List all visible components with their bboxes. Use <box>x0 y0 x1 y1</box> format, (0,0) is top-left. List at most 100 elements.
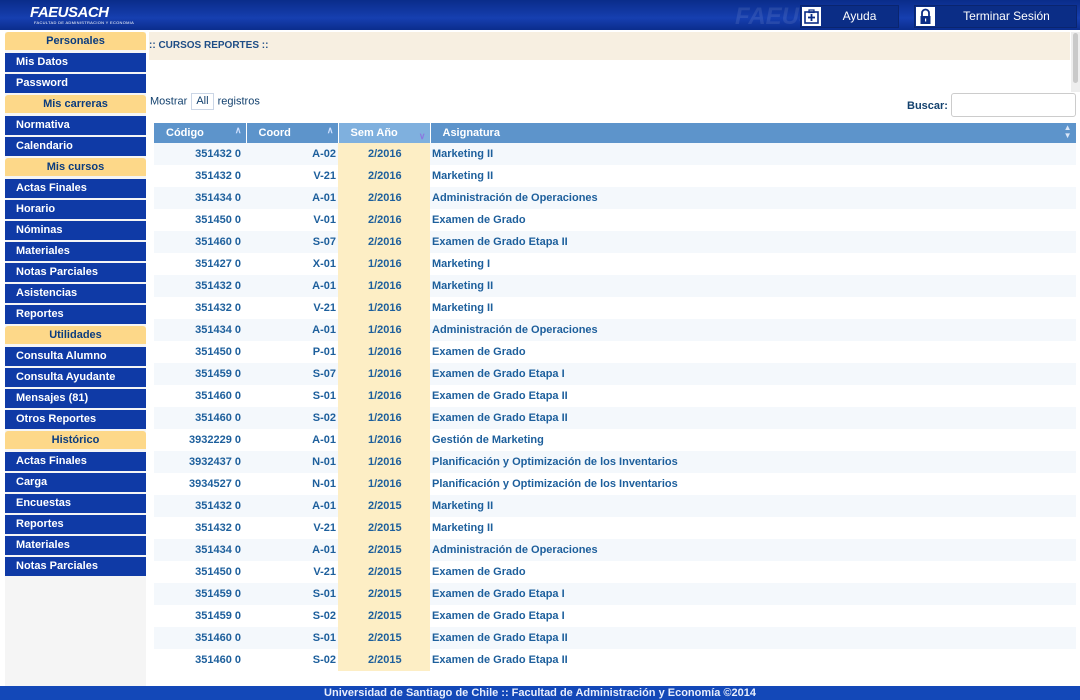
table-row[interactable]: 351434 0 A-01 1/2016 Administración de Oper… <box>154 319 1076 341</box>
table-row[interactable]: 351460 0 S-02 1/2016 Examen de Grado Etapa … <box>154 407 1076 429</box>
cell-coord: A-01 <box>246 187 338 209</box>
cell-asignatura[interactable]: Marketing II <box>430 517 1076 539</box>
table-row[interactable]: 351460 0 S-01 1/2016 Examen de Grado Etapa … <box>154 385 1076 407</box>
sidebar-item-otros-reportes[interactable]: Otros Reportes <box>5 410 146 429</box>
cell-asignatura[interactable]: Examen de Grado Etapa II <box>430 649 1076 671</box>
table-row[interactable]: 351432 0 V-21 2/2015 Marketing II <box>154 517 1076 539</box>
cell-asignatura[interactable]: Gestión de Marketing <box>430 429 1076 451</box>
cell-sem-ano: 1/2016 <box>338 297 430 319</box>
cell-asignatura[interactable]: Marketing II <box>430 275 1076 297</box>
sidebar-item-consulta-ayudante[interactable]: Consulta Ayudante <box>5 368 146 387</box>
cell-asignatura[interactable]: Examen de Grado <box>430 561 1076 583</box>
sort-down-icon: ∨ <box>418 131 426 141</box>
cell-asignatura[interactable]: Examen de Grado <box>430 341 1076 363</box>
table-row[interactable]: 3932437 0 N-01 1/2016 Planificación y Optim… <box>154 451 1076 473</box>
sidebar-item-hist-reportes[interactable]: Reportes <box>5 515 146 534</box>
table-row[interactable]: 351450 0 V-01 2/2016 Examen de Grado <box>154 209 1076 231</box>
page-length-select[interactable]: All <box>191 93 214 110</box>
table-row[interactable]: 3932229 0 A-01 1/2016 Gestión de Marketing <box>154 429 1076 451</box>
sidebar-item-mis-datos[interactable]: Mis Datos <box>5 53 146 72</box>
cell-asignatura[interactable]: Examen de Grado Etapa I <box>430 363 1076 385</box>
cell-asignatura[interactable]: Marketing II <box>430 297 1076 319</box>
column-header-codigo[interactable]: Código ∧ <box>154 123 247 143</box>
table-row[interactable]: 351459 0 S-07 1/2016 Examen de Grado Etapa … <box>154 363 1076 385</box>
table-row[interactable]: 351432 0 A-01 2/2015 Marketing II <box>154 495 1076 517</box>
table-row[interactable]: 351432 0 A-02 2/2016 Marketing II <box>154 143 1076 165</box>
sidebar-item-normativa[interactable]: Normativa <box>5 116 146 135</box>
cell-codigo: 3932229 0 <box>154 429 246 451</box>
sidebar-item-horario[interactable]: Horario <box>5 200 146 219</box>
sidebar-item-calendario[interactable]: Calendario <box>5 137 146 156</box>
search-input[interactable] <box>951 93 1076 117</box>
sidebar-item-actas-finales[interactable]: Actas Finales <box>5 179 146 198</box>
sidebar-item-mensajes[interactable]: Mensajes (81) <box>5 389 146 408</box>
sidebar-item-notas-parciales[interactable]: Notas Parciales <box>5 263 146 282</box>
column-label-sem-ano: Sem Año <box>350 127 398 139</box>
cell-asignatura[interactable]: Examen de Grado <box>430 209 1076 231</box>
cell-sem-ano: 1/2016 <box>338 451 430 473</box>
cell-coord: V-21 <box>246 517 338 539</box>
cell-codigo: 351427 0 <box>154 253 246 275</box>
table-row[interactable]: 351460 0 S-01 2/2015 Examen de Grado Etapa … <box>154 627 1076 649</box>
cell-sem-ano: 2/2015 <box>338 539 430 561</box>
cell-asignatura[interactable]: Marketing II <box>430 165 1076 187</box>
table-row[interactable]: 351460 0 S-02 2/2015 Examen de Grado Etapa … <box>154 649 1076 671</box>
cell-asignatura[interactable]: Marketing II <box>430 495 1076 517</box>
table-row[interactable]: 351432 0 V-21 2/2016 Marketing II <box>154 165 1076 187</box>
column-header-coord[interactable]: Coord ∧ <box>246 123 339 143</box>
cell-asignatura[interactable]: Administración de Operaciones <box>430 539 1076 561</box>
sidebar-item-password[interactable]: Password <box>5 74 146 93</box>
table-row[interactable]: 351427 0 X-01 1/2016 Marketing I <box>154 253 1076 275</box>
table-row[interactable]: 351459 0 S-01 2/2015 Examen de Grado Etapa … <box>154 583 1076 605</box>
cell-codigo: 351460 0 <box>154 627 246 649</box>
cell-asignatura[interactable]: Administración de Operaciones <box>430 187 1076 209</box>
table-row[interactable]: 351460 0 S-07 2/2016 Examen de Grado Etapa … <box>154 231 1076 253</box>
sidebar-item-hist-encuestas[interactable]: Encuestas <box>5 494 146 513</box>
cell-asignatura[interactable]: Examen de Grado Etapa I <box>430 583 1076 605</box>
table-row[interactable]: 3934527 0 N-01 1/2016 Planificación y Optim… <box>154 473 1076 495</box>
cell-asignatura[interactable]: Administración de Operaciones <box>430 319 1076 341</box>
sidebar-item-consulta-alumno[interactable]: Consulta Alumno <box>5 347 146 366</box>
cell-codigo: 351450 0 <box>154 561 246 583</box>
sidebar-item-hist-notas-parciales[interactable]: Notas Parciales <box>5 557 146 576</box>
sidebar-item-nominas[interactable]: Nóminas <box>5 221 146 240</box>
logout-button[interactable]: Terminar Sesión <box>914 5 1077 28</box>
sidebar-section-utilidades: Utilidades <box>5 326 146 344</box>
table-row[interactable]: 351434 0 A-01 2/2015 Administración de Oper… <box>154 539 1076 561</box>
sort-up-icon: ∧ <box>326 125 334 135</box>
table-row[interactable]: 351432 0 A-01 1/2016 Marketing II <box>154 275 1076 297</box>
title-scrollbar-thumb[interactable] <box>1073 33 1078 83</box>
cell-asignatura[interactable]: Examen de Grado Etapa II <box>430 231 1076 253</box>
sidebar-item-reportes[interactable]: Reportes <box>5 305 146 324</box>
cell-asignatura[interactable]: Marketing I <box>430 253 1076 275</box>
cell-asignatura[interactable]: Planificación y Optimización de los Inve… <box>430 451 1076 473</box>
cell-asignatura[interactable]: Marketing II <box>430 143 1076 165</box>
sidebar-item-hist-carga[interactable]: Carga <box>5 473 146 492</box>
sidebar-item-asistencias[interactable]: Asistencias <box>5 284 146 303</box>
table-row[interactable]: 351434 0 A-01 2/2016 Administración de Oper… <box>154 187 1076 209</box>
page-title: :: CURSOS REPORTES :: <box>149 40 269 51</box>
column-header-sem-ano[interactable]: Sem Año ∨ <box>338 123 431 143</box>
cell-asignatura[interactable]: Examen de Grado Etapa I <box>430 605 1076 627</box>
help-button[interactable]: Ayuda <box>800 5 899 28</box>
help-label: Ayuda <box>842 9 877 23</box>
faeusach-logo[interactable]: FAEUSACH <box>30 5 109 20</box>
table-row[interactable]: 351450 0 P-01 1/2016 Examen de Grado <box>154 341 1076 363</box>
cell-asignatura[interactable]: Examen de Grado Etapa II <box>430 627 1076 649</box>
sidebar-item-materiales[interactable]: Materiales <box>5 242 146 261</box>
sidebar-item-hist-materiales[interactable]: Materiales <box>5 536 146 555</box>
table-body: 351432 0 A-02 2/2016 Marketing II 351432 0 V-… <box>154 143 1076 671</box>
table-row[interactable]: 351432 0 V-21 1/2016 Marketing II <box>154 297 1076 319</box>
cell-coord: S-01 <box>246 627 338 649</box>
column-header-asignatura[interactable]: Asignatura ▲ ▼ <box>430 123 1076 143</box>
table-row[interactable]: 351459 0 S-02 2/2015 Examen de Grado Etapa … <box>154 605 1076 627</box>
cell-asignatura[interactable]: Planificación y Optimización de los Inve… <box>430 473 1076 495</box>
cell-sem-ano: 1/2016 <box>338 473 430 495</box>
cell-asignatura[interactable]: Examen de Grado Etapa II <box>430 385 1076 407</box>
cell-codigo: 351434 0 <box>154 187 246 209</box>
cell-asignatura[interactable]: Examen de Grado Etapa II <box>430 407 1076 429</box>
sidebar-item-hist-actas-finales[interactable]: Actas Finales <box>5 452 146 471</box>
table-row[interactable]: 351450 0 V-21 2/2015 Examen de Grado <box>154 561 1076 583</box>
cell-coord: V-21 <box>246 561 338 583</box>
cell-codigo: 351434 0 <box>154 319 246 341</box>
